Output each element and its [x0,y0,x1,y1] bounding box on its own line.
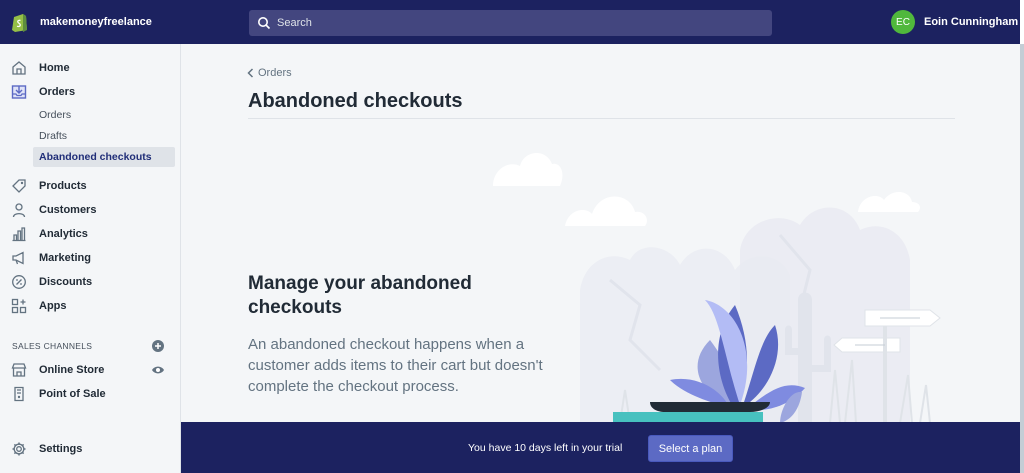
store-name: makemoneyfreelance [40,16,152,28]
gear-icon [12,442,26,456]
sidebar-item-label: Apps [39,300,67,312]
avatar: EC [891,10,915,34]
store-icon [11,363,27,377]
sidebar-item-label: Analytics [39,228,88,240]
shopify-logo-icon [12,14,27,32]
sidebar-subitem-abandoned-checkouts[interactable]: Abandoned checkouts [33,147,175,167]
sidebar-item-orders[interactable]: Orders [0,81,181,103]
sales-channels-heading: SALES CHANNELS [12,341,93,351]
sidebar-item-label: Products [39,180,87,192]
search-placeholder: Search [277,17,312,29]
user-menu[interactable]: EC Eoin Cunningham [891,10,1018,34]
window-edge [1020,0,1024,473]
sidebar-item-marketing[interactable]: Marketing [0,247,181,269]
trial-banner: You have 10 days left in your trial Sele… [181,422,1020,473]
sidebar-item-discounts[interactable]: Discounts [0,271,181,293]
tag-icon [12,179,26,193]
sidebar-item-products[interactable]: Products [0,175,181,197]
breadcrumb-label: Orders [258,67,292,79]
add-channel-plus-icon[interactable] [152,340,164,352]
page-title: Abandoned checkouts [248,90,463,112]
sidebar-item-home[interactable]: Home [0,57,181,79]
top-bar: makemoneyfreelance Search EC Eoin Cunnin… [0,0,1020,44]
window-edge-top [1020,0,1024,44]
sidebar: Home Orders Orders Drafts Abandoned chec… [0,44,181,473]
store-brand[interactable]: makemoneyfreelance [11,11,152,33]
sidebar-item-label: Settings [39,443,83,455]
apps-icon [11,298,27,314]
discount-icon [12,275,26,289]
sidebar-subitem-orders[interactable]: Orders [33,105,175,125]
breadcrumb[interactable]: Orders [247,67,292,79]
home-icon [12,61,26,75]
pos-icon [14,386,24,402]
user-name: Eoin Cunningham [924,16,1019,28]
sidebar-item-label: Orders [39,86,76,98]
sidebar-item-apps[interactable]: Apps [0,295,181,317]
person-icon [12,203,26,218]
view-store-eye-icon[interactable] [151,364,165,376]
sidebar-subitem-drafts[interactable]: Drafts [33,126,175,146]
bar-chart-icon [12,227,26,242]
sidebar-item-label: Point of Sale [39,388,106,400]
sidebar-item-label: Online Store [39,364,105,376]
select-plan-button[interactable]: Select a plan [648,435,733,462]
megaphone-icon [12,251,24,265]
sidebar-item-customers[interactable]: Customers [0,199,181,221]
empty-state-description: An abandoned checkout happens when a cus… [248,336,543,395]
sidebar-item-label: Discounts [39,276,93,288]
sidebar-item-analytics[interactable]: Analytics [0,223,181,245]
sidebar-item-label: Customers [39,204,97,216]
sidebar-item-label: Home [39,62,70,74]
sidebar-item-settings[interactable]: Settings [0,438,181,460]
trial-message: You have 10 days left in your trial [468,442,623,454]
title-divider [248,118,955,119]
search-icon [258,17,271,30]
search-bar[interactable]: Search [249,10,772,36]
orders-icon [11,85,27,99]
chevron-left-icon [247,68,254,78]
sidebar-item-point-of-sale[interactable]: Point of Sale [0,383,181,405]
empty-state-heading: Manage your abandoned checkouts [248,273,472,318]
sidebar-item-label: Marketing [39,252,91,264]
